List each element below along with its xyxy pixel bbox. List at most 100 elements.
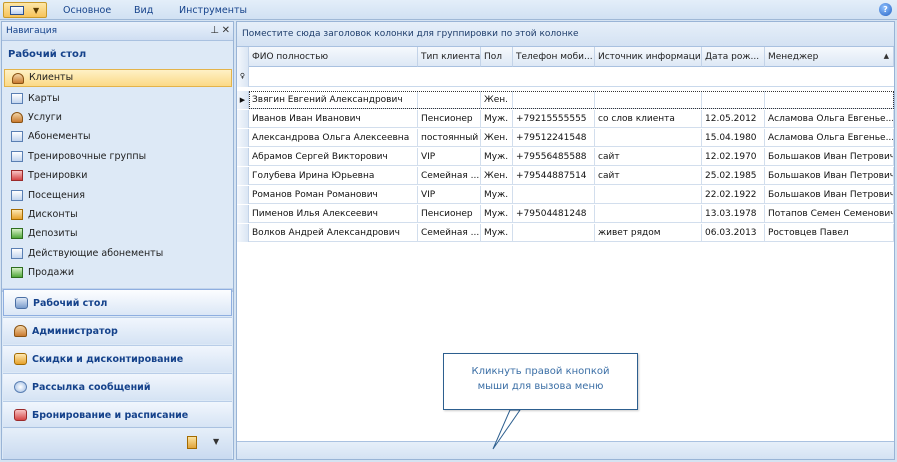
cell-gender[interactable]: Жен.: [481, 167, 513, 185]
tab-main[interactable]: Основное: [63, 5, 111, 16]
group-button-discounts[interactable]: Скидки и дисконтирование: [3, 345, 232, 372]
cell-gender[interactable]: Муж.: [481, 148, 513, 166]
row-indicator[interactable]: [237, 129, 249, 147]
help-icon[interactable]: ?: [879, 3, 892, 16]
nav-item-training-groups[interactable]: Тренировочные группы: [4, 148, 232, 166]
cell-manager[interactable]: Большаков Иван Петрович: [765, 167, 894, 185]
clipboard-icon[interactable]: [187, 436, 197, 449]
column-header-gender[interactable]: Пол: [481, 47, 513, 67]
nav-item-clients[interactable]: Клиенты: [4, 69, 232, 87]
cell-client-type[interactable]: Семейная ...: [418, 224, 481, 242]
group-by-panel[interactable]: Поместите сюда заголовок колонки для гру…: [237, 22, 894, 47]
nav-item-services[interactable]: Услуги: [4, 109, 232, 127]
cell-phone[interactable]: +79556485588: [513, 148, 595, 166]
row-indicator[interactable]: [237, 186, 249, 204]
row-indicator[interactable]: [237, 167, 249, 185]
cell-birthdate[interactable]: 06.03.2013: [702, 224, 765, 242]
nav-item-discounts[interactable]: Дисконты: [4, 206, 232, 224]
cell-phone[interactable]: +79504481248: [513, 205, 595, 223]
tab-tools[interactable]: Инструменты: [179, 5, 247, 16]
cell-manager[interactable]: Ростовцев Павел: [765, 224, 894, 242]
nav-item-trainings[interactable]: Тренировки: [4, 167, 232, 185]
row-indicator[interactable]: ▶: [237, 91, 249, 109]
group-button-messages[interactable]: Рассылка сообщений: [3, 373, 232, 400]
cell-fullname[interactable]: Александрова Ольга Алексеевна: [249, 129, 418, 147]
visit-icon: [11, 190, 23, 201]
cell-fullname[interactable]: Романов Роман Романович: [249, 186, 418, 204]
cell-birthdate[interactable]: 12.02.1970: [702, 148, 765, 166]
cell-phone[interactable]: [513, 224, 595, 242]
nav-item-label: Абонементы: [28, 131, 91, 142]
cell-fullname[interactable]: Волков Андрей Александрович: [249, 224, 418, 242]
cell-birthdate[interactable]: 15.04.1980: [702, 129, 765, 147]
row-indicator[interactable]: [237, 224, 249, 242]
column-header-client-type[interactable]: Тип клиента: [418, 47, 481, 67]
cell-birthdate[interactable]: 13.03.1978: [702, 205, 765, 223]
row-indicator[interactable]: [237, 205, 249, 223]
app-menu-button[interactable]: ▼: [3, 2, 47, 18]
cell-source[interactable]: сайт: [595, 167, 702, 185]
cell-gender[interactable]: Муж.: [481, 224, 513, 242]
nav-item-label: Дисконты: [28, 209, 78, 220]
cell-phone[interactable]: [513, 186, 595, 204]
cell-fullname[interactable]: Пименов Илья Алексеевич: [249, 205, 418, 223]
nav-item-sales[interactable]: Продажи: [4, 264, 232, 282]
nav-item-label: Продажи: [28, 267, 75, 278]
group-button-booking[interactable]: Бронирование и расписание: [3, 401, 232, 428]
cell-phone[interactable]: +79215555555: [513, 110, 595, 128]
cell-source[interactable]: живет рядом: [595, 224, 702, 242]
cell-gender[interactable]: Муж.: [481, 110, 513, 128]
tab-view[interactable]: Вид: [134, 5, 153, 16]
nav-item-visits[interactable]: Посещения: [4, 187, 232, 205]
cell-manager[interactable]: Асламова Ольга Евгенье...: [765, 129, 894, 147]
column-header-manager[interactable]: Менеджер ▲: [765, 47, 894, 67]
cell-manager[interactable]: Асламова Ольга Евгенье...: [765, 110, 894, 128]
nav-item-cards[interactable]: Карты: [4, 90, 232, 108]
cell-gender[interactable]: Муж.: [481, 205, 513, 223]
cell-client-type[interactable]: VIP: [418, 148, 481, 166]
column-header-birthdate[interactable]: Дата рож...: [702, 47, 765, 67]
auto-filter-row[interactable]: [249, 67, 894, 87]
group-button-desktop[interactable]: Рабочий стол: [3, 289, 232, 316]
cell-manager[interactable]: Большаков Иван Петрович: [765, 148, 894, 166]
nav-item-deposits[interactable]: Депозиты: [4, 225, 232, 243]
cell-source[interactable]: [595, 205, 702, 223]
cell-fullname[interactable]: Голубева Ирина Юрьевна: [249, 167, 418, 185]
cell-source[interactable]: сайт: [595, 148, 702, 166]
cell-phone[interactable]: +79512241548: [513, 129, 595, 147]
cell-client-type[interactable]: Пенсионер: [418, 110, 481, 128]
column-header-fullname[interactable]: ФИО полностью: [249, 47, 418, 67]
cell-gender[interactable]: Муж.: [481, 186, 513, 204]
cell-source[interactable]: со слов клиента: [595, 110, 702, 128]
cell-gender[interactable]: Жен.: [481, 129, 513, 147]
cell-client-type[interactable]: постоянный: [418, 129, 481, 147]
cell-birthdate[interactable]: 22.02.1922: [702, 186, 765, 204]
cell-source[interactable]: [595, 129, 702, 147]
pin-icon[interactable]: ⊥: [210, 25, 219, 36]
group-button-label: Скидки и дисконтирование: [32, 354, 184, 365]
cell-fullname[interactable]: Иванов Иван Иванович: [249, 110, 418, 128]
nav-item-active-subscriptions[interactable]: Действующие абонементы: [4, 245, 232, 263]
cell-phone[interactable]: +79544887514: [513, 167, 595, 185]
navigation-panel: Навигация ⊥ ✕ Рабочий стол Клиенты Карты…: [1, 21, 234, 460]
cell-client-type[interactable]: VIP: [418, 186, 481, 204]
nav-item-label: Депозиты: [28, 228, 78, 239]
cell-manager[interactable]: Потапов Семен Семенович: [765, 205, 894, 223]
cell-client-type[interactable]: Семейная ...: [418, 167, 481, 185]
sort-ascending-icon: ▲: [883, 52, 889, 60]
nav-item-subscriptions[interactable]: Абонементы: [4, 128, 232, 146]
row-indicator[interactable]: [237, 110, 249, 128]
chevron-down-icon[interactable]: ▼: [213, 437, 219, 446]
nav-item-label: Клиенты: [29, 72, 74, 83]
cell-manager[interactable]: Большаков Иван Петрович: [765, 186, 894, 204]
cell-client-type[interactable]: Пенсионер: [418, 205, 481, 223]
cell-source[interactable]: [595, 186, 702, 204]
row-indicator[interactable]: [237, 148, 249, 166]
cell-birthdate[interactable]: 12.05.2012: [702, 110, 765, 128]
group-button-admin[interactable]: Администратор: [3, 317, 232, 344]
cell-fullname[interactable]: Абрамов Сергей Викторович: [249, 148, 418, 166]
column-header-phone[interactable]: Телефон моби...: [513, 47, 595, 67]
close-icon[interactable]: ✕: [222, 25, 230, 36]
column-header-source[interactable]: Источник информации: [595, 47, 702, 67]
cell-birthdate[interactable]: 25.02.1985: [702, 167, 765, 185]
